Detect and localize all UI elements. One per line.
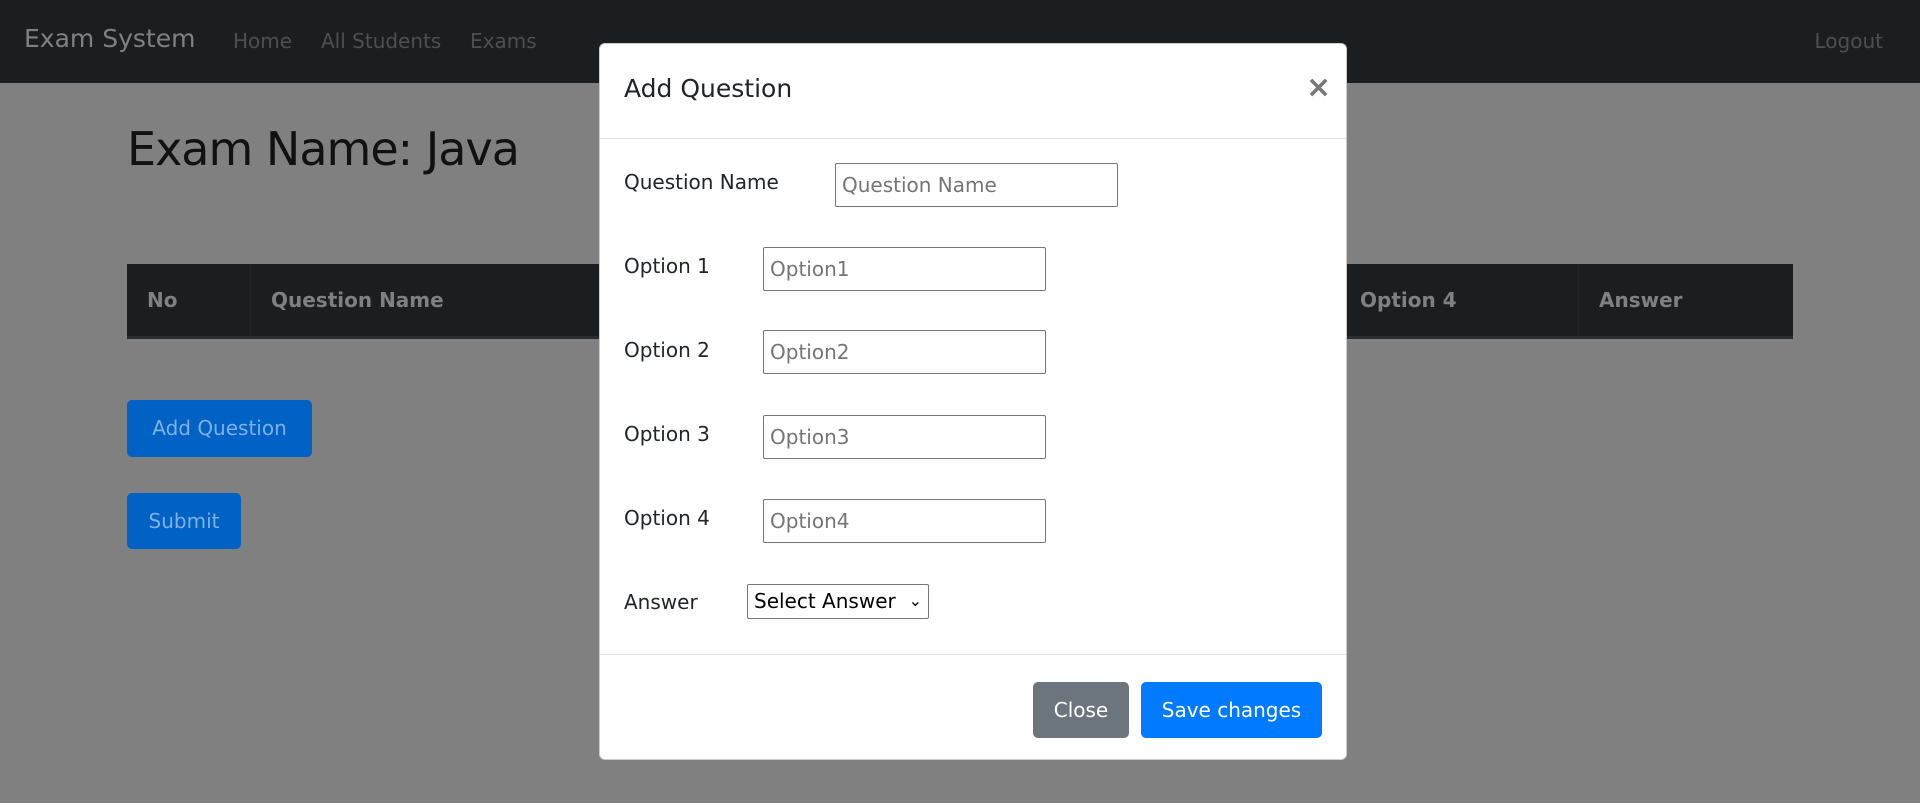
option-4-label: Option 4 xyxy=(624,506,710,530)
option-2-label: Option 2 xyxy=(624,338,710,362)
nav-home[interactable]: Home xyxy=(233,29,292,53)
question-name-label: Question Name xyxy=(624,170,779,194)
brand-link[interactable]: Exam System xyxy=(24,24,195,53)
question-name-input[interactable] xyxy=(835,163,1118,207)
option-2-input[interactable] xyxy=(763,330,1046,374)
answer-label: Answer xyxy=(624,590,698,614)
column-answer: Answer xyxy=(1599,288,1683,312)
option-4-input[interactable] xyxy=(763,499,1046,543)
close-icon[interactable]: × xyxy=(1306,70,1331,105)
answer-select[interactable]: Select Answer ⌄ xyxy=(747,584,929,619)
answer-select-value: Select Answer xyxy=(754,589,896,613)
submit-button[interactable]: Submit xyxy=(127,493,241,549)
option-3-label: Option 3 xyxy=(624,422,710,446)
nav-logout[interactable]: Logout xyxy=(1815,29,1883,53)
nav-exams[interactable]: Exams xyxy=(470,29,537,53)
modal-header-divider xyxy=(600,138,1346,139)
nav-all-students[interactable]: All Students xyxy=(321,29,441,53)
chevron-down-icon: ⌄ xyxy=(908,591,922,610)
option-3-input[interactable] xyxy=(763,415,1046,459)
save-changes-button[interactable]: Save changes xyxy=(1141,682,1322,738)
modal-title: Add Question xyxy=(624,74,793,103)
modal-footer-divider xyxy=(600,654,1346,655)
column-question-name: Question Name xyxy=(251,264,611,336)
column-no: No xyxy=(127,264,251,336)
option-1-input[interactable] xyxy=(763,247,1046,291)
add-question-modal: Add Question × Question Name Option 1 Op… xyxy=(599,43,1347,760)
add-question-button[interactable]: Add Question xyxy=(127,400,312,457)
close-button[interactable]: Close xyxy=(1033,682,1129,738)
page-title: Exam Name: Java xyxy=(127,122,520,176)
column-option-4: Option 4 xyxy=(1340,264,1579,336)
option-1-label: Option 1 xyxy=(624,254,710,278)
